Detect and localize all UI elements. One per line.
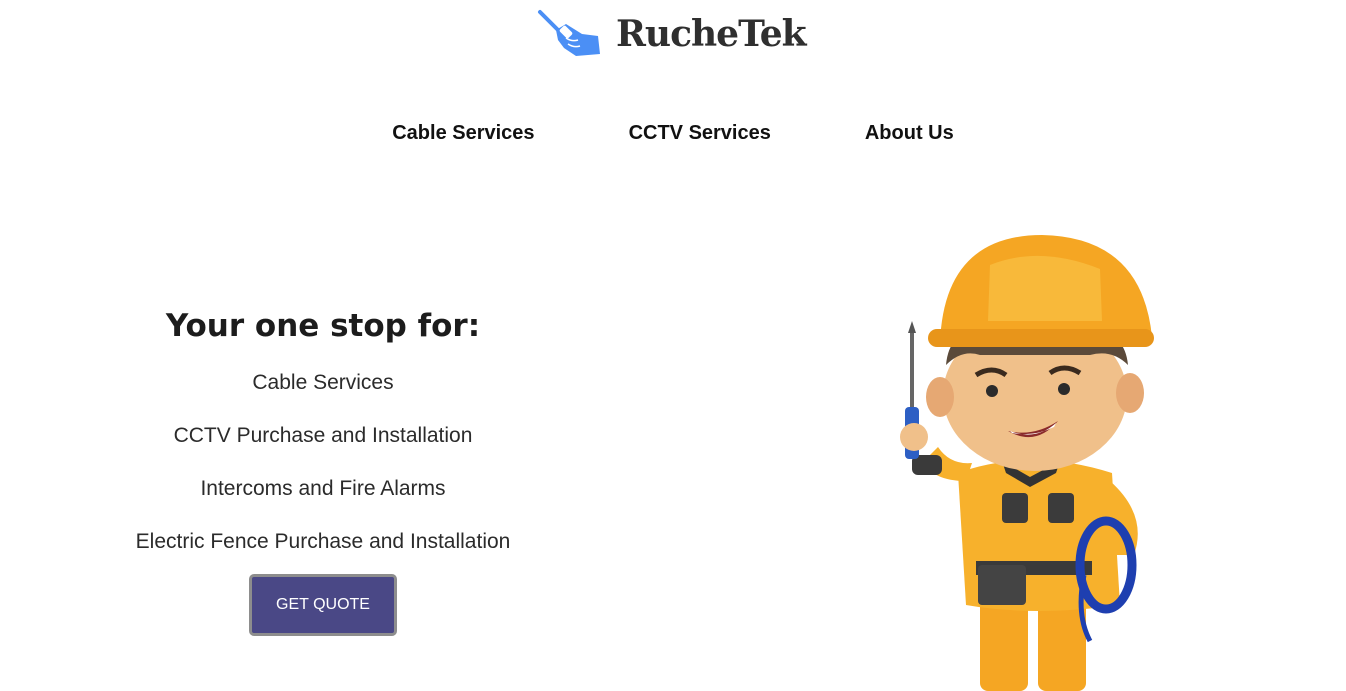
service-item-electric-fence: Electric Fence Purchase and Installation — [135, 530, 511, 553]
service-item-cctv: CCTV Purchase and Installation — [173, 424, 473, 447]
technician-illustration — [900, 235, 1154, 691]
nav-link-cctv-services[interactable]: CCTV Services — [582, 120, 818, 146]
service-item-intercoms: Intercoms and Fire Alarms — [200, 477, 446, 500]
get-quote-button[interactable]: GET QUOTE — [249, 574, 397, 636]
main-nav: Cable Services CCTV Services About Us — [0, 120, 1346, 146]
nav-link-cable-services[interactable]: Cable Services — [345, 120, 581, 146]
logo-text: RucheTek — [616, 13, 807, 55]
logo-link[interactable]: RucheTek — [536, 6, 807, 62]
service-item-cable: Cable Services — [252, 371, 394, 394]
page: RucheTek Cable Services CCTV Services Ab… — [0, 0, 1346, 691]
nav-link-about-us[interactable]: About Us — [818, 120, 1001, 146]
services-list: Cable Services CCTV Purchase and Install… — [60, 356, 586, 568]
hero-section: Your one stop for: Cable Services CCTV P… — [60, 302, 586, 636]
screwdriver-hand-icon — [538, 10, 600, 56]
hero-title: Your one stop for: — [165, 308, 481, 344]
